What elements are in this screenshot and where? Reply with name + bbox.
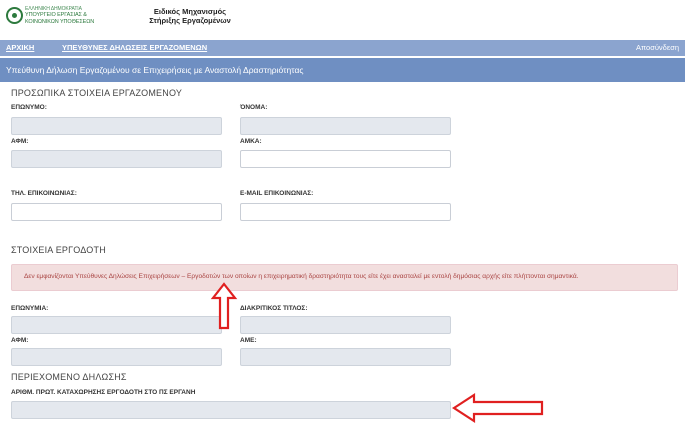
app-title: Ειδικός Μηχανισμός Στήριξης Εργαζομένων [140,7,240,25]
no-declarations-alert: Δεν εμφανίζονται Υπεύθυνες Δηλώσεις Επιχ… [11,264,678,291]
alert-message: Δεν εμφανίζονται Υπεύθυνες Δηλώσεις Επιχ… [24,273,579,280]
employee-afm-input[interactable] [11,150,222,168]
amka-label: ΑΜΚΑ: [240,138,262,145]
up-arrow-annotation-icon [210,282,238,330]
declaration-section-heading: ΠΕΡΙΕΧΟΜΕΝΟ ΔΗΛΩΣΗΣ [11,372,127,382]
left-arrow-annotation-icon [451,392,544,423]
phone-label: ΤΗΛ. ΕΠΙΚΟΙΝΩΝΙΑΣ: [11,190,77,197]
email-input[interactable] [240,203,451,221]
ministry-emblem-icon [6,7,23,24]
trade-name-label: ΔΙΑΚΡΙΤΙΚΟΣ ΤΙΤΛΟΣ: [240,305,308,312]
app-title-line-1: Ειδικός Μηχανισμός [153,7,227,16]
employer-afm-label: ΑΦΜ: [11,337,29,344]
surname-label: ΕΠΩΝΥΜΟ: [11,104,47,111]
logout-link[interactable]: Αποσύνδεση [636,43,679,52]
nav-declarations-link[interactable]: ΥΠΕΥΘΥΝΕΣ ΔΗΛΩΣΕΙΣ ΕΡΓΑΖΟΜΕΝΩΝ [62,43,207,52]
ame-input[interactable] [240,348,451,366]
ministry-line-3: ΚΟΙΝΩΝΙΚΩΝ ΥΠΟΘΕΣΕΩΝ [25,18,95,25]
surname-input[interactable] [11,117,222,135]
ame-label: ΑΜΕ: [240,337,257,344]
ministry-logo-text: ΕΛΛΗΝΙΚΗ ΔΗΜΟΚΡΑΤΙΑ ΥΠΟΥΡΓΕΙΟ ΕΡΓΑΣΙΑΣ &… [25,6,94,25]
personal-section-heading: ΠΡΟΣΩΠΙΚΑ ΣΤΟΙΧΕΙΑ ΕΡΓΑΖΟΜΕΝΟΥ [11,88,183,98]
ergani-protocol-label: ΑΡΙΘΜ. ΠΡΩΤ. ΚΑΤΑΧΩΡΗΣΗΣ ΕΡΓΟΔΟΤΗ ΣΤΟ ΠΣ… [11,389,196,396]
first-name-label: ΌΝΟΜΑ: [240,104,268,111]
page-title: Υπεύθυνη Δήλωση Εργαζομένου σε Επιχειρήσ… [6,65,304,75]
trade-name-input[interactable] [240,316,451,334]
page-header: Υπεύθυνη Δήλωση Εργαζομένου σε Επιχειρήσ… [0,58,685,82]
company-name-input[interactable] [11,316,222,334]
amka-input[interactable] [240,150,451,168]
email-label: E-MAIL ΕΠΙΚΟΙΝΩΝΙΑΣ: [240,190,314,197]
employer-section-heading: ΣΤΟΙΧΕΙΑ ΕΡΓΟΔΟΤΗ [11,245,106,255]
nav-bar: ΑΡΧΙΚΗ ΥΠΕΥΘΥΝΕΣ ΔΗΛΩΣΕΙΣ ΕΡΓΑΖΟΜΕΝΩΝ Απ… [0,40,685,56]
ergani-protocol-input[interactable] [11,401,451,419]
app-title-line-2: Στήριξης Εργαζομένων [149,16,231,25]
first-name-input[interactable] [240,117,451,135]
phone-input[interactable] [11,203,222,221]
employer-afm-input[interactable] [11,348,222,366]
ministry-line-2: ΥΠΟΥΡΓΕΙΟ ΕΡΓΑΣΙΑΣ & [25,12,87,19]
company-name-label: ΕΠΩΝΥΜΙΑ: [11,305,49,312]
nav-home-link[interactable]: ΑΡΧΙΚΗ [6,43,34,52]
employee-afm-label: ΑΦΜ: [11,138,29,145]
